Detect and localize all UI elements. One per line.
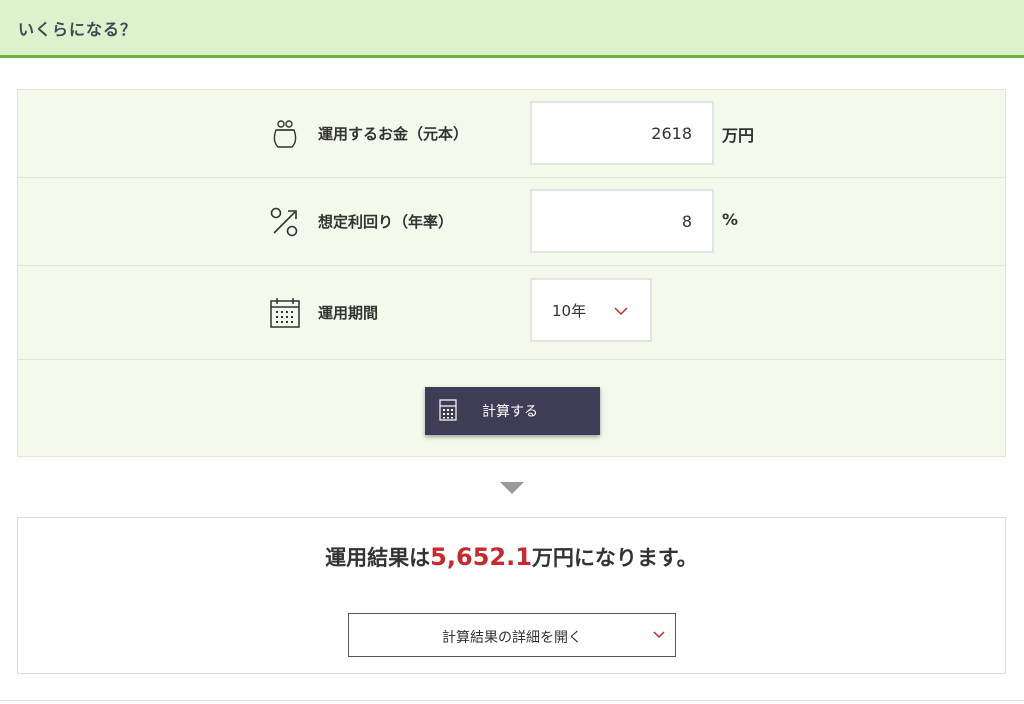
- open-details-button[interactable]: 計算結果の詳細を開く: [348, 613, 676, 657]
- button-row: 計算する: [18, 360, 1005, 457]
- calculate-button[interactable]: 計算する: [425, 387, 600, 435]
- rate-label: 想定利回り（年率）: [318, 213, 454, 231]
- open-details-label: 計算結果の詳細を開く: [442, 629, 582, 645]
- purse-icon: [273, 120, 297, 148]
- percent-icon: [270, 207, 298, 237]
- calculator-form: 運用するお金（元本） 万円 想定利回り（年率） % 運用期間 1: [17, 89, 1006, 457]
- result-prefix: 運用結果は: [325, 546, 431, 570]
- header-bar: いくらになる？: [0, 0, 1024, 58]
- period-select[interactable]: 10年: [530, 278, 652, 342]
- period-selected-value: 10年: [552, 301, 587, 320]
- rate-unit: %: [722, 210, 739, 229]
- chevron-down-icon: [653, 631, 665, 639]
- result-text: 運用結果は5,652.1万円になります。: [18, 542, 1005, 572]
- divider: [0, 700, 1024, 701]
- calculator-icon: [439, 399, 457, 421]
- result-suffix: 万円になります。: [531, 546, 698, 570]
- calendar-icon: [270, 298, 300, 328]
- period-label: 運用期間: [318, 304, 379, 322]
- principal-input[interactable]: [530, 101, 714, 165]
- result-amount: 5,652.1: [430, 543, 532, 571]
- result-panel: 運用結果は5,652.1万円になります。 計算結果の詳細を開く: [17, 517, 1006, 674]
- rate-input[interactable]: [530, 189, 714, 253]
- calculate-button-label: 計算する: [482, 403, 538, 419]
- arrow-down-icon: [500, 482, 524, 494]
- chevron-down-icon: [614, 307, 628, 316]
- page-title: いくらになる？: [18, 19, 138, 39]
- principal-unit: 万円: [722, 126, 755, 145]
- rate-row: 想定利回り（年率） %: [18, 178, 1005, 266]
- period-row: 運用期間 10年: [18, 266, 1005, 360]
- principal-label: 運用するお金（元本）: [318, 125, 469, 143]
- principal-row: 運用するお金（元本） 万円: [18, 90, 1005, 178]
